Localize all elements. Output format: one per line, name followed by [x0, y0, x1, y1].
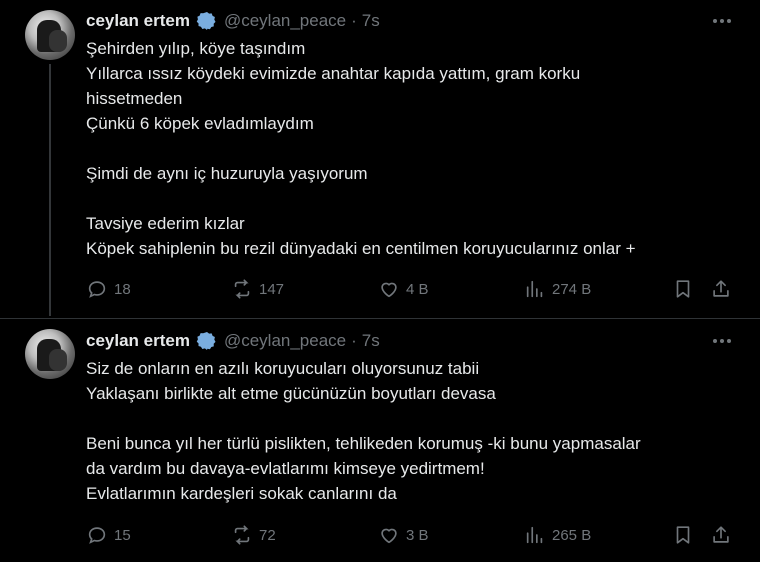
- views-count: 274 B: [552, 280, 592, 298]
- share-button[interactable]: [710, 522, 732, 548]
- heart-icon: [381, 282, 397, 298]
- author-handle[interactable]: @ceylan_peace: [224, 11, 346, 31]
- avatar[interactable]: [25, 329, 75, 379]
- tweet-text: Şehirden yılıp, köye taşındım Yıllarca ı…: [86, 36, 636, 261]
- repost-count: 72: [259, 526, 276, 544]
- author-handle[interactable]: @ceylan_peace: [224, 331, 346, 351]
- repost-count: 147: [259, 280, 285, 298]
- bookmark-button[interactable]: [672, 522, 694, 548]
- like-count: 3 B: [406, 526, 429, 544]
- repost-button[interactable]: 147: [231, 276, 284, 302]
- tweet-line: Beni bunca yıl her türlü pislikten, tehl…: [86, 434, 641, 453]
- tweet-header: ceylan ertem @ceylan_peace · 7s: [86, 9, 380, 33]
- views-button[interactable]: 274 B: [524, 276, 591, 302]
- tweet-line: Siz de onların en azılı koruyucuları olu…: [86, 359, 480, 378]
- author-name[interactable]: ceylan ertem: [86, 11, 190, 31]
- reply-button[interactable]: 15: [86, 522, 131, 548]
- tweet-line: hissetmeden: [86, 89, 183, 108]
- action-bar: 15 72 3 B 265 B: [86, 522, 734, 548]
- repost-icon: [234, 525, 250, 545]
- verified-badge-icon[interactable]: [196, 10, 218, 32]
- tweet-line: Şimdi de aynı iç huzuruyla yaşıyorum: [86, 164, 368, 183]
- views-count: 265 B: [552, 526, 592, 544]
- more-options-icon[interactable]: [710, 9, 734, 33]
- tweet-line: da vardım bu davaya-evlatlarımı kimseye …: [86, 459, 485, 478]
- tweet[interactable]: ceylan ertem @ceylan_peace · 7s Şehirden…: [0, 0, 760, 319]
- tweet-line: Köpek sahiplenin bu rezil dünyadaki en c…: [86, 239, 636, 258]
- views-chart-icon: [526, 526, 543, 544]
- reply-button[interactable]: 18: [86, 276, 131, 302]
- verified-badge-icon[interactable]: [196, 330, 218, 352]
- tweet-header: ceylan ertem @ceylan_peace · 7s: [86, 329, 380, 353]
- reply-icon: [88, 527, 106, 544]
- reply-count: 15: [114, 526, 131, 544]
- tweet-line: Yaklaşanı birlikte alt etme gücünüzün bo…: [86, 384, 496, 403]
- tweet-line: Evlatlarımın kardeşleri sokak canlarını …: [86, 484, 397, 503]
- tweet-time[interactable]: 7s: [362, 331, 380, 351]
- action-bar: 18 147 4 B 274 B: [86, 276, 734, 302]
- separator-dot: ·: [351, 11, 357, 30]
- like-count: 4 B: [406, 280, 429, 298]
- tweet-text: Siz de onların en azılı koruyucuları olu…: [86, 356, 641, 506]
- bookmark-icon: [676, 526, 690, 544]
- repost-icon: [234, 279, 250, 299]
- more-options-icon[interactable]: [710, 329, 734, 353]
- tweet-line: Yıllarca ıssız köydeki evimizde anahtar …: [86, 64, 581, 83]
- separator-dot: ·: [351, 331, 357, 350]
- share-icon: [713, 280, 729, 297]
- share-icon: [713, 526, 729, 543]
- views-chart-icon: [526, 280, 543, 298]
- bookmark-icon: [676, 280, 690, 298]
- tweet-time[interactable]: 7s: [362, 11, 380, 31]
- share-button[interactable]: [710, 276, 732, 302]
- tweet-line: Tavsiye ederim kızlar: [86, 214, 245, 233]
- tweet[interactable]: ceylan ertem @ceylan_peace · 7s Siz de o…: [0, 319, 760, 562]
- heart-icon: [381, 528, 397, 544]
- thread-connector-line: [49, 64, 51, 316]
- reply-icon: [88, 281, 106, 298]
- tweet-line: Çünkü 6 köpek evladımlaydım: [86, 114, 314, 133]
- views-button[interactable]: 265 B: [524, 522, 591, 548]
- tweet-line: Şehirden yılıp, köye taşındım: [86, 39, 306, 58]
- avatar[interactable]: [25, 10, 75, 60]
- reply-count: 18: [114, 280, 131, 298]
- repost-button[interactable]: 72: [231, 522, 276, 548]
- author-name[interactable]: ceylan ertem: [86, 331, 190, 351]
- like-button[interactable]: 4 B: [378, 276, 429, 302]
- bookmark-button[interactable]: [672, 276, 694, 302]
- like-button[interactable]: 3 B: [378, 522, 429, 548]
